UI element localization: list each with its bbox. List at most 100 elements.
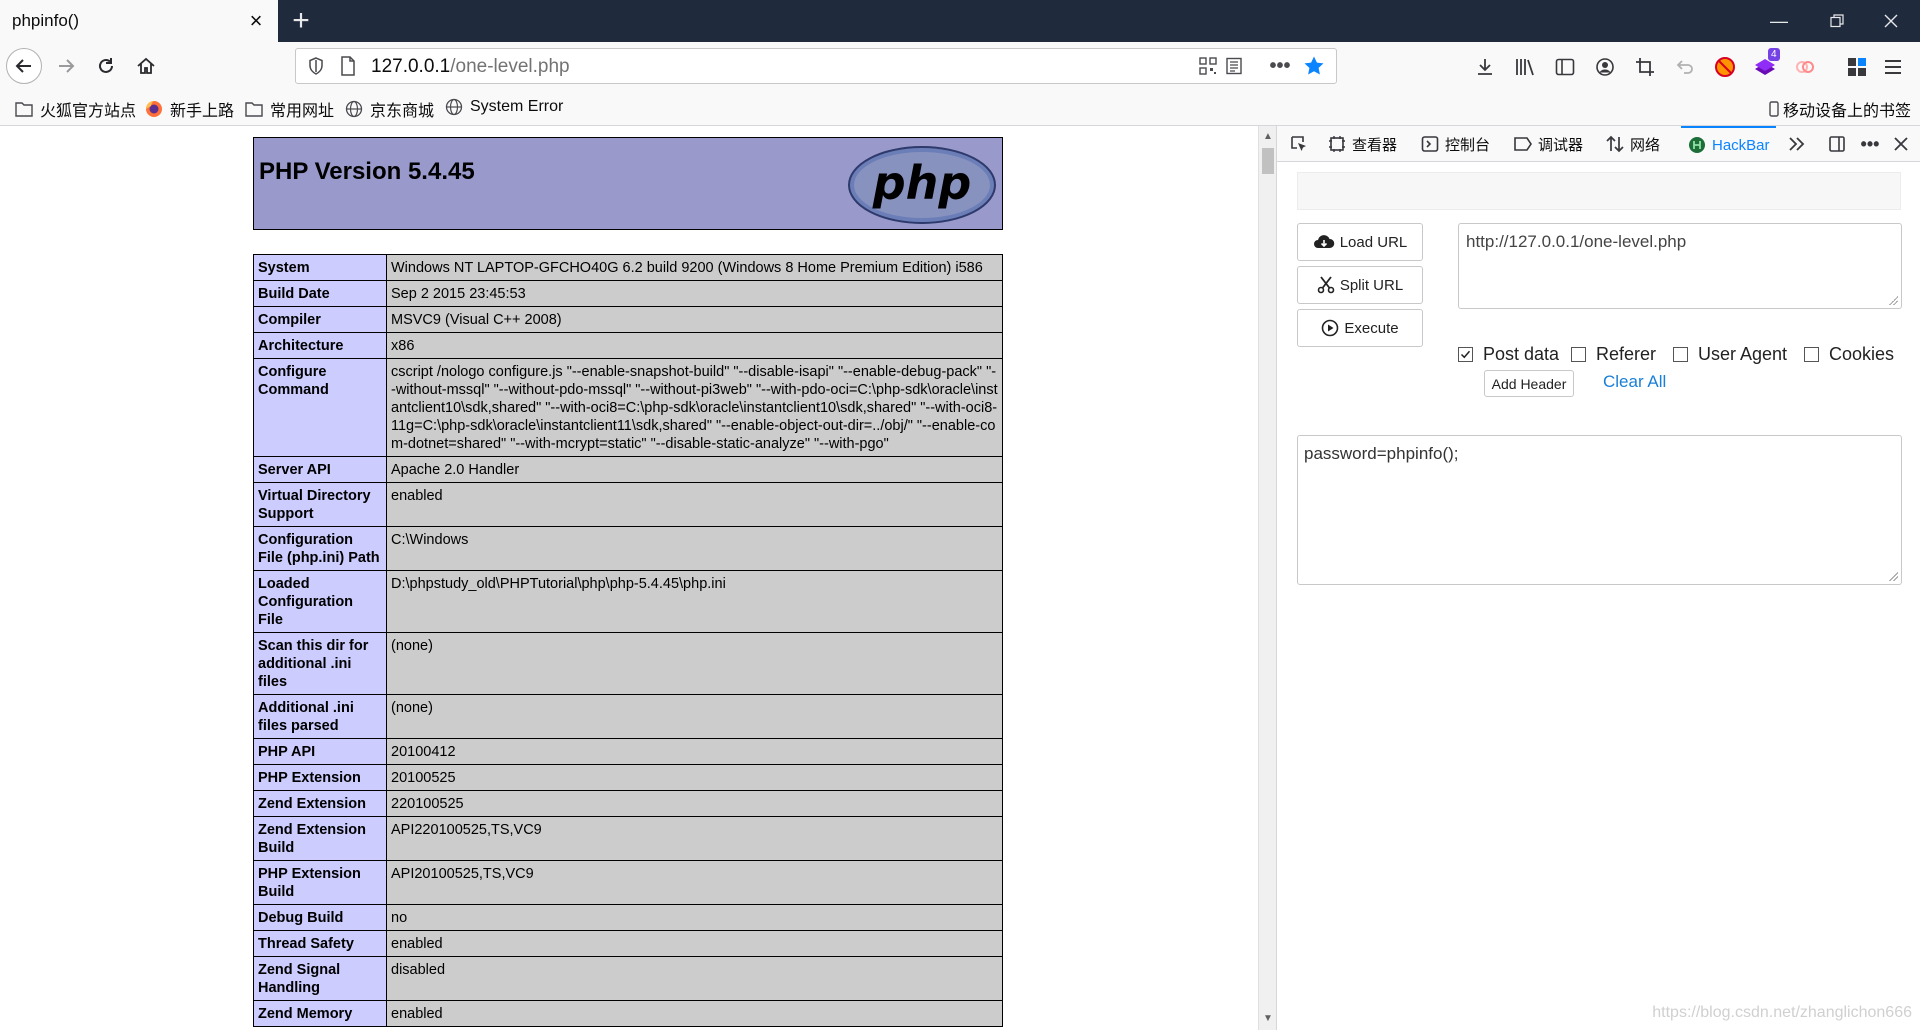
checkbox-label: Cookies (1829, 344, 1895, 364)
info-value: enabled (386, 482, 1003, 527)
url-value: http://127.0.0.1/one-level.php (1466, 232, 1687, 251)
page-actions-icon[interactable]: ••• (1268, 54, 1292, 78)
mobile-bookmarks[interactable]: 移动设备上的书签 (1768, 97, 1911, 121)
reader-view-icon[interactable] (1222, 54, 1246, 78)
info-value: API220100525,TS,VC9 (386, 816, 1003, 861)
referer-checkbox[interactable]: Referer (1571, 344, 1656, 365)
bookmark-label: 京东商城 (370, 103, 435, 120)
page-info-icon[interactable] (336, 54, 360, 78)
close-devtools-icon[interactable] (1889, 132, 1913, 156)
scroll-thumb[interactable] (1262, 148, 1274, 174)
screenshot-icon[interactable] (1630, 52, 1660, 82)
info-row: Zend Extension 220100525 (253, 790, 1003, 817)
globe-icon (444, 97, 464, 117)
bookmarks-toolbar: 火狐官方站点 新手上路 常用网址 京东商城 System Error 移动设备上… (0, 90, 1920, 126)
bookmark-item[interactable]: System Error (444, 97, 563, 117)
devtools-options-icon[interactable]: ••• (1858, 132, 1882, 156)
load-url-button[interactable]: Load URL (1297, 223, 1423, 261)
tab-console[interactable]: 控制台 (1420, 126, 1490, 162)
php-info-table: System Windows NT LAPTOP-GFCHO40G 6.2 bui… (253, 254, 1003, 1027)
more-tabs-chevron-icon[interactable] (1785, 132, 1809, 156)
block-extension-icon[interactable] (1710, 52, 1740, 82)
checkbox-icon[interactable] (1673, 347, 1688, 362)
watermark: https://blog.csdn.net/zhanglichon666 (1652, 1004, 1912, 1021)
shield-icon[interactable] (304, 54, 328, 78)
tab-hackbar[interactable]: HackBar (1681, 126, 1776, 162)
library-icon[interactable] (1510, 52, 1540, 82)
qr-code-icon[interactable] (1196, 54, 1220, 78)
tab-inspector[interactable]: 查看器 (1327, 126, 1397, 162)
info-value: disabled (386, 956, 1003, 1001)
back-icon[interactable] (6, 48, 42, 84)
add-header-button[interactable]: Add Header (1484, 370, 1574, 397)
scissors-icon (1317, 276, 1335, 294)
info-row: Compiler MSVC9 (Visual C++ 2008) (253, 306, 1003, 333)
info-value: 20100412 (386, 738, 1003, 765)
info-row: Configure Command cscript /nologo configu… (253, 358, 1003, 457)
account-icon[interactable] (1590, 52, 1620, 82)
bookmark-item[interactable]: 常用网址 (244, 97, 334, 121)
info-row: Configuration File (php.ini) Path C:\Wind… (253, 526, 1003, 571)
post-data-checkbox[interactable]: Post data (1458, 344, 1559, 365)
download-icon[interactable] (1470, 52, 1500, 82)
tab-title: phpinfo() (12, 11, 80, 30)
sidebar-icon[interactable] (1550, 52, 1580, 82)
url-text[interactable]: 127.0.0.1/one-level.php (371, 56, 570, 78)
checkbox-checked-icon[interactable] (1458, 347, 1473, 362)
post-data-textarea[interactable]: password=phpinfo(); (1297, 435, 1902, 585)
home-icon[interactable] (128, 48, 164, 84)
scroll-down-icon[interactable]: ▼ (1259, 1010, 1277, 1028)
resize-grip-icon[interactable] (1888, 295, 1898, 305)
page-scrollbar[interactable]: ▲ ▼ (1258, 126, 1276, 1030)
bookmark-item[interactable]: 新手上路 (144, 97, 234, 121)
split-url-button[interactable]: Split URL (1297, 266, 1423, 304)
bookmark-star-icon[interactable] (1302, 54, 1326, 78)
dock-side-icon[interactable] (1825, 132, 1849, 156)
new-tab-icon[interactable]: + (286, 6, 316, 36)
tab-phpinfo[interactable]: phpinfo() × (0, 0, 278, 42)
bookmark-item[interactable]: 京东商城 (344, 97, 434, 121)
url-textarea[interactable]: http://127.0.0.1/one-level.php (1458, 223, 1902, 309)
tab-debugger[interactable]: 调试器 (1513, 126, 1583, 162)
info-value: Sep 2 2015 23:45:53 (386, 280, 1003, 307)
console-icon (1420, 134, 1440, 154)
user-agent-checkbox[interactable]: User Agent (1673, 344, 1787, 365)
resize-grip-icon[interactable] (1888, 571, 1898, 581)
bookmark-label: System Error (470, 98, 564, 115)
url-bar[interactable]: 127.0.0.1/one-level.php ••• (295, 48, 1337, 84)
extensions-puzzle-icon[interactable] (1842, 52, 1872, 82)
bookmark-label: 新手上路 (170, 103, 235, 120)
tab-label: 控制台 (1445, 136, 1491, 154)
close-tab-icon[interactable]: × (244, 9, 268, 33)
checkbox-label: Post data (1483, 344, 1560, 364)
undo-icon[interactable] (1670, 52, 1700, 82)
clear-all-link[interactable]: Clear All (1603, 372, 1666, 392)
info-value: no (386, 904, 1003, 931)
info-value: enabled (386, 1000, 1003, 1027)
forward-icon[interactable] (48, 48, 84, 84)
tab-label: 调试器 (1538, 136, 1584, 154)
tab-network[interactable]: 网络 (1605, 126, 1660, 162)
checkbox-icon[interactable] (1804, 347, 1819, 362)
menu-icon[interactable] (1878, 52, 1908, 82)
execute-button[interactable]: Execute (1297, 309, 1423, 347)
info-key: System (253, 254, 387, 281)
post-data-value: password=phpinfo(); (1304, 444, 1459, 463)
link-extension-icon[interactable] (1790, 52, 1820, 82)
element-picker-icon[interactable] (1287, 132, 1311, 156)
extension-badge-icon[interactable]: 4 (1750, 48, 1780, 82)
php-version-header: PHP Version 5.4.45 php (253, 137, 1003, 230)
scroll-up-icon[interactable]: ▲ (1259, 128, 1277, 146)
minimize-icon[interactable]: — (1750, 0, 1808, 42)
info-value: 220100525 (386, 790, 1003, 817)
info-row: Additional .ini files parsed (none) (253, 694, 1003, 739)
restore-icon[interactable] (1808, 0, 1866, 42)
reload-icon[interactable] (88, 48, 124, 84)
checkbox-icon[interactable] (1571, 347, 1586, 362)
info-value: enabled (386, 930, 1003, 957)
tab-label: HackBar (1712, 136, 1770, 154)
info-row: Scan this dir for additional .ini files(… (253, 632, 1003, 695)
bookmark-item[interactable]: 火狐官方站点 (14, 97, 136, 121)
close-window-icon[interactable] (1862, 0, 1920, 42)
cookies-checkbox[interactable]: Cookies (1804, 344, 1894, 365)
